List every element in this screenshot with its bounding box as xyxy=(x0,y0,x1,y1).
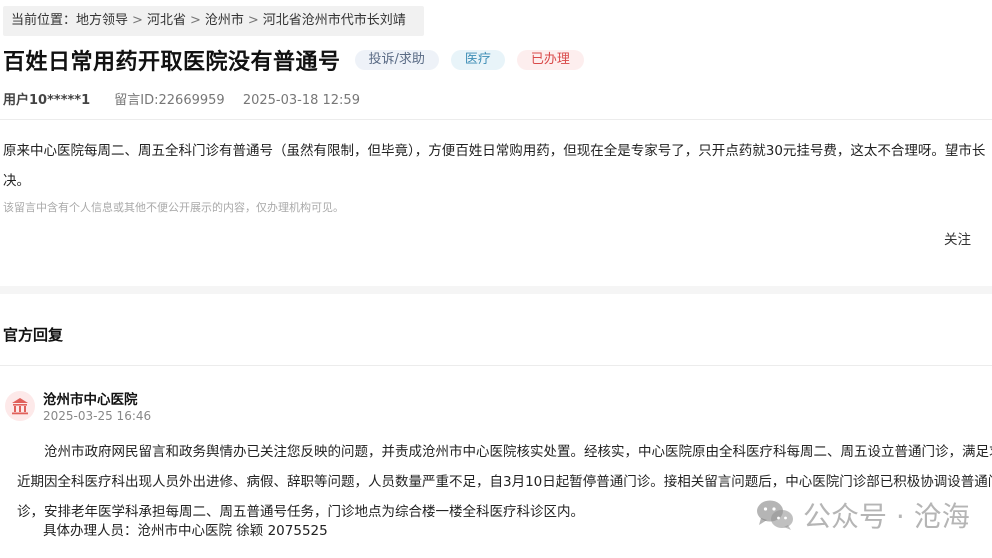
follow-button[interactable]: 关注 xyxy=(944,228,971,248)
post-content-line: 原来中心医院每周二、周五全科门诊有普通号（虽然有限制，但毕竟），方便百姓日常购用… xyxy=(3,143,986,159)
title-row: 百姓日常用药开取医院没有普通号 投诉/求助 医疗 已办理 xyxy=(3,44,596,76)
breadcrumb-item-province[interactable]: 河北省 xyxy=(147,13,186,28)
post-content-tail: 决。 xyxy=(3,173,30,189)
avatar xyxy=(5,391,35,421)
category-tag[interactable]: 投诉/求助 xyxy=(354,50,439,70)
breadcrumb-separator: > xyxy=(189,13,201,28)
watermark-text: 公众号 · 沧海 xyxy=(803,500,970,533)
breadcrumb-separator: > xyxy=(247,13,259,28)
breadcrumb: 当前位置：地方领导 > 河北省 > 沧州市 > 河北省沧州市代市长刘靖 xyxy=(3,6,424,36)
reply-handler: 具体办理人员：沧州市中心医院 徐颖 2075525 xyxy=(43,523,328,539)
breadcrumb-separator: > xyxy=(132,13,143,28)
message-id: 留言ID:22669959 xyxy=(114,93,225,108)
divider xyxy=(0,119,992,120)
reply-org-name: 沧州市中心医院 xyxy=(43,392,138,408)
reply-datetime: 2025-03-25 16:46 xyxy=(43,409,152,423)
post-content: 原来中心医院每周二、周五全科门诊有普通号（虽然有限制，但毕竟），方便百姓日常购用… xyxy=(3,136,992,196)
watermark: 公众号 · 沧海 xyxy=(755,493,970,537)
post-meta: 用户10*****1 留言ID:22669959 2025-03-18 12:5… xyxy=(3,89,360,108)
field-tag[interactable]: 医疗 xyxy=(450,50,505,70)
reply-heading: 官方回复 xyxy=(3,326,64,344)
breadcrumb-item-region[interactable]: 地方领导 xyxy=(76,13,128,28)
divider xyxy=(0,365,992,366)
privacy-note: 该留言中含有个人信息或其他不便公开展示的内容，仅办理机构可见。 xyxy=(3,201,344,214)
breadcrumb-item-leader[interactable]: 河北省沧州市代市长刘靖 xyxy=(263,13,406,28)
wechat-icon xyxy=(757,500,793,530)
page-title: 百姓日常用药开取医院没有普通号 xyxy=(3,50,341,75)
post-user: 用户10*****1 xyxy=(3,93,91,108)
post-datetime: 2025-03-18 12:59 xyxy=(242,93,360,108)
status-badge: 已办理 xyxy=(516,50,584,70)
breadcrumb-item-city[interactable]: 沧州市 xyxy=(205,13,244,28)
institution-icon xyxy=(12,398,28,415)
section-separator xyxy=(0,286,992,294)
breadcrumb-prefix: 当前位置： xyxy=(11,13,77,28)
